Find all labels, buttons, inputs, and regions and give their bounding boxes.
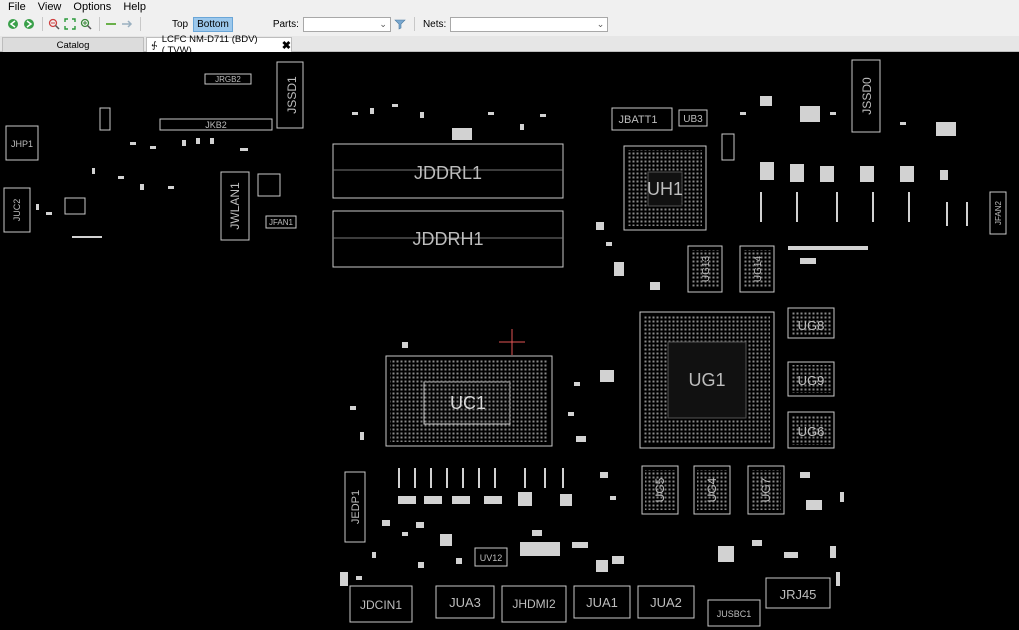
label-ug8: UG8 [798,318,825,333]
parts-label: Parts: [272,18,299,30]
label-ug4: UG4 [705,477,719,502]
menu-file[interactable]: File [8,1,26,13]
board-view[interactable]: JHP1 JUC2 JRGB2 JKB2 JSSD1 JWLAN1 JFAN1 … [0,52,1019,630]
small-chip-outline [257,173,281,197]
label-jua3: JUA3 [449,595,481,610]
toolbar-separator [413,17,415,31]
filter-icon[interactable] [394,18,407,31]
label-jdcin1: JDCIN1 [360,598,402,612]
label-uh1: UH1 [647,179,683,199]
bottom-side-button[interactable]: Bottom [193,16,233,32]
label-ub3: UB3 [683,114,703,125]
chevron-down-icon: ⌄ [379,18,387,29]
bga-pads [390,150,831,510]
label-jua1: JUA1 [586,595,618,610]
left-chip-outline [64,197,86,215]
board-canvas[interactable]: JHP1 JUC2 JRGB2 JKB2 JSSD1 JWLAN1 JFAN1 … [0,52,1019,630]
label-jssd1: JSSD1 [285,76,299,114]
back-icon[interactable] [6,18,19,31]
menu-help[interactable]: Help [123,1,146,13]
toolbar-separator [42,17,43,31]
zoom-out-icon[interactable] [47,18,60,31]
label-jhdmi2: JHDMI2 [512,597,556,611]
chevron-down-icon: ⌄ [596,18,605,29]
toolbar-separator [140,17,141,31]
label-juc2: JUC2 [12,199,22,222]
nets-combo[interactable]: ⌄ [450,16,609,32]
label-uv12: UV12 [480,553,503,563]
small-ic-outline [99,107,111,131]
label-ug14: UG14 [753,256,764,283]
label-jua2: JUA2 [650,595,682,610]
label-jrgb2: JRGB2 [215,75,241,84]
menu-bar: File View Options Help [0,0,1019,14]
fit-icon[interactable] [63,18,76,31]
label-ug13: UG13 [701,256,712,283]
label-ug1: UG1 [688,370,725,390]
label-jedp1: JEDP1 [350,490,362,524]
label-jrj45: JRJ45 [780,587,817,602]
label-jwlan1: JWLAN1 [228,182,242,230]
nets-label: Nets: [422,18,447,30]
tab-board[interactable]: ⨗ LCFC NM-D711 (BDV)(.TVW) ✖ [146,34,292,56]
next-icon[interactable] [120,18,133,31]
label-ug9: UG9 [798,373,825,388]
label-ug6: UG6 [798,424,825,439]
label-jddrl1: JDDRL1 [414,163,482,183]
close-icon[interactable]: ✖ [282,39,291,52]
label-jusbc1: JUSBC1 [717,609,752,619]
label-jssd0: JSSD0 [860,77,874,115]
label-jfan1: JFAN1 [269,218,294,227]
tab-bar: Catalog ⨗ LCFC NM-D711 (BDV)(.TVW) ✖ [0,34,1019,56]
tab-catalog-label: Catalog [56,39,90,51]
label-jhp1: JHP1 [11,139,33,149]
toolbar-separator [99,17,100,31]
label-ug7: UG7 [759,477,773,502]
small-ic-outline [721,133,735,161]
label-ug5: UG5 [653,477,667,502]
toolbar: Top Bottom Parts: ⌄ Nets: ⌄ [0,14,1019,34]
label-uc1: UC1 [450,393,486,413]
label-jfan2: JFAN2 [994,200,1003,225]
label-jbatt1: JBATT1 [619,114,658,126]
tab-catalog[interactable]: Catalog [2,37,144,52]
previous-icon[interactable] [104,18,117,31]
zoom-in-icon[interactable] [79,18,92,31]
parts-combo[interactable]: ⌄ [302,16,391,32]
label-jkb2: JKB2 [205,120,227,130]
label-jddrh1: JDDRH1 [412,229,483,249]
forward-icon[interactable] [22,18,35,31]
menu-options[interactable]: Options [73,1,111,13]
top-side-button[interactable]: Top [169,18,191,31]
component-labels: JHP1 JUC2 JRGB2 JKB2 JSSD1 JWLAN1 JFAN1 … [11,75,1003,619]
menu-view[interactable]: View [38,1,62,13]
crosshair-cursor [499,329,525,355]
board-tab-icon: ⨗ [152,39,157,50]
